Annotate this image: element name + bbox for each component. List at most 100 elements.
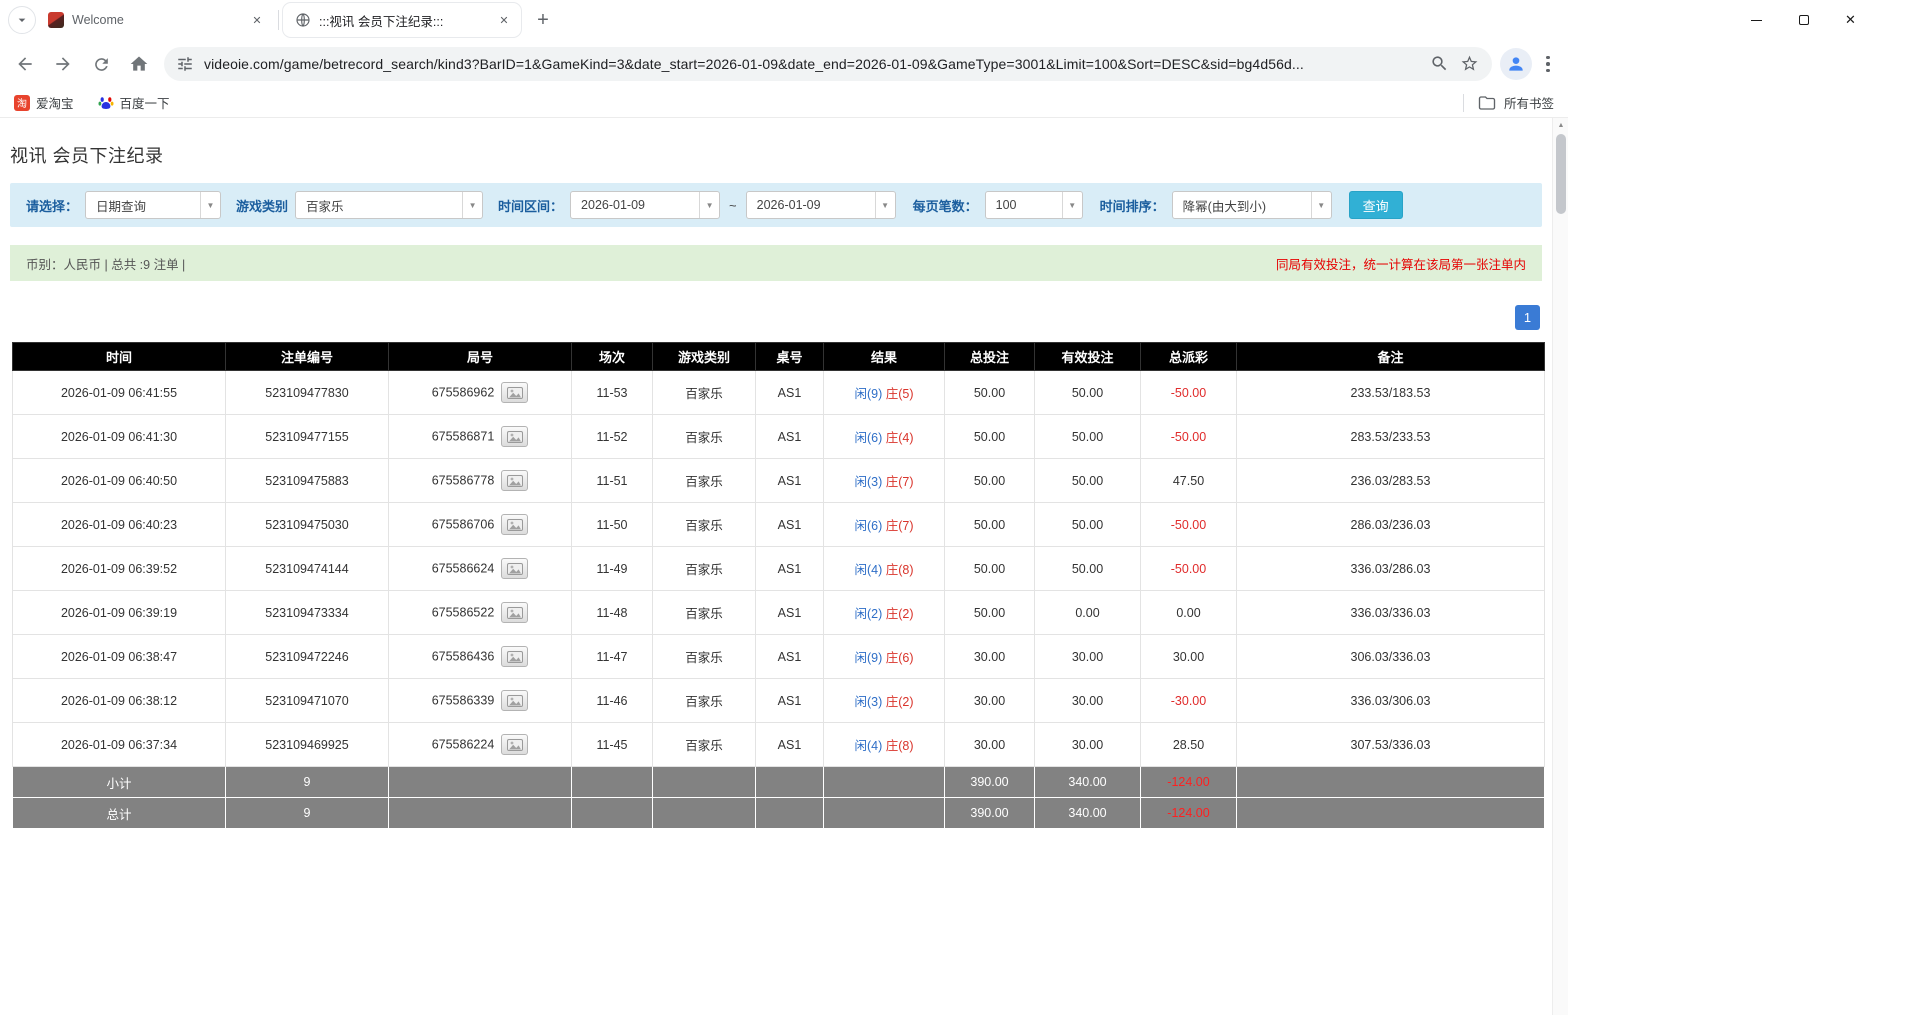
date-end-value: 2026-01-09 xyxy=(747,192,875,218)
chevron-down-icon: ▼ xyxy=(699,192,719,218)
address-bar[interactable]: videoie.com/game/betrecord_search/kind3?… xyxy=(164,47,1492,81)
cell-total-bet-link[interactable]: 30.00 xyxy=(945,679,1035,723)
maximize-button[interactable] xyxy=(1780,0,1827,40)
minimize-button[interactable] xyxy=(1733,0,1780,40)
cell-note: 306.03/336.03 xyxy=(1237,635,1545,679)
page-number-button[interactable]: 1 xyxy=(1515,305,1540,330)
cell-payout: -50.00 xyxy=(1141,503,1237,547)
date-start-select[interactable]: 2026-01-09 ▼ xyxy=(570,191,720,219)
all-bookmarks-button[interactable]: 所有书签 xyxy=(1504,93,1554,112)
cell-round-number: 675586436 xyxy=(389,635,572,679)
cell-total-bet-link[interactable]: 50.00 xyxy=(945,503,1035,547)
tab-betrecord[interactable]: :::视讯 会员下注纪录::: ✕ xyxy=(283,3,521,37)
cell-round-number: 675586624 xyxy=(389,547,572,591)
summary-cell: 340.00 xyxy=(1035,767,1141,798)
query-type-select[interactable]: 日期查询 ▼ xyxy=(85,191,221,219)
tab-close-icon[interactable]: ✕ xyxy=(248,11,266,29)
profile-avatar[interactable] xyxy=(1500,48,1532,80)
cell-total-bet-link[interactable]: 30.00 xyxy=(945,635,1035,679)
round-video-button[interactable] xyxy=(501,382,528,403)
bookmark-baidu[interactable]: 百度一下 xyxy=(98,93,170,112)
round-number-text: 675586962 xyxy=(432,386,495,400)
round-video-button[interactable] xyxy=(501,470,528,491)
summary-cell: 390.00 xyxy=(945,767,1035,798)
taobao-favicon-icon: 淘 xyxy=(14,95,30,111)
cell-round-number: 675586778 xyxy=(389,459,572,503)
close-button[interactable]: ✕ xyxy=(1827,0,1874,40)
col-header-result: 结果 xyxy=(824,343,945,371)
summary-cell: 小计 xyxy=(13,767,226,798)
scrollbar-up-arrow[interactable]: ▲ xyxy=(1553,118,1569,132)
scrollbar-thumb[interactable] xyxy=(1556,134,1566,214)
url-text[interactable]: videoie.com/game/betrecord_search/kind3?… xyxy=(204,56,1420,72)
bookmark-star-icon[interactable] xyxy=(1460,54,1480,74)
bet-row: 2026-01-09 06:38:47523109472246675586436… xyxy=(13,635,1545,679)
page-limit-select[interactable]: 100 ▼ xyxy=(985,191,1083,219)
tab-welcome[interactable]: Welcome ✕ xyxy=(36,3,274,37)
cell-valid-bet: 50.00 xyxy=(1035,415,1141,459)
cell-valid-bet: 50.00 xyxy=(1035,459,1141,503)
time-sort-select[interactable]: 降幂(由大到小) ▼ xyxy=(1172,191,1332,219)
cell-total-bet-link[interactable]: 50.00 xyxy=(945,547,1035,591)
round-video-button[interactable] xyxy=(501,602,528,623)
cell-total-bet-link[interactable]: 30.00 xyxy=(945,723,1035,767)
result-banker: 庄(4) xyxy=(886,431,914,445)
forward-button[interactable] xyxy=(46,47,80,81)
summary-cell: -124.00 xyxy=(1141,798,1237,829)
summary-cell: -124.00 xyxy=(1141,767,1237,798)
round-video-button[interactable] xyxy=(501,734,528,755)
bet-row: 2026-01-09 06:38:12523109471070675586339… xyxy=(13,679,1545,723)
cell-payout: 30.00 xyxy=(1141,635,1237,679)
zoom-icon[interactable] xyxy=(1430,54,1450,74)
cell-round-number: 675586522 xyxy=(389,591,572,635)
summary-row: 小计9390.00340.00-124.00 xyxy=(13,767,1545,798)
bookmarks-right: 所有书签 xyxy=(1463,93,1554,112)
cell-game-kind: 百家乐 xyxy=(653,459,756,503)
search-button[interactable]: 查询 xyxy=(1349,191,1403,219)
cell-session: 11-47 xyxy=(572,635,653,679)
result-player: 闲(9) xyxy=(854,387,882,401)
col-header-bet-number: 注单编号 xyxy=(226,343,389,371)
round-video-button[interactable] xyxy=(501,514,528,535)
tab-title: :::视讯 会员下注纪录::: xyxy=(319,11,487,30)
bookmark-aitaobao[interactable]: 淘 爱淘宝 xyxy=(14,93,74,112)
game-kind-select[interactable]: 百家乐 ▼ xyxy=(295,191,483,219)
cell-bet-number: 523109477830 xyxy=(226,371,389,415)
cell-result: 闲(9) 庄(6) xyxy=(824,635,945,679)
back-button[interactable] xyxy=(8,47,42,81)
page-title: 视讯 会员下注纪录 xyxy=(0,118,1568,168)
pagination: 1 xyxy=(0,305,1552,330)
col-header-valid-bet: 有效投注 xyxy=(1035,343,1141,371)
result-banker: 庄(2) xyxy=(886,607,914,621)
new-tab-button[interactable]: + xyxy=(529,6,557,34)
round-number-text: 675586778 xyxy=(432,474,495,488)
tab-search-button[interactable] xyxy=(8,6,36,34)
browser-menu-button[interactable] xyxy=(1536,47,1560,81)
page-scrollbar[interactable]: ▲ xyxy=(1552,118,1568,1015)
table-header-row: 时间 注单编号 局号 场次 游戏类别 桌号 结果 总投注 有效投注 总派彩 备注 xyxy=(13,343,1545,371)
tab-close-icon[interactable]: ✕ xyxy=(495,11,513,29)
cell-payout: 28.50 xyxy=(1141,723,1237,767)
summary-cell xyxy=(572,767,653,798)
cell-result: 闲(2) 庄(2) xyxy=(824,591,945,635)
cell-game-kind: 百家乐 xyxy=(653,415,756,459)
home-icon xyxy=(129,54,149,74)
round-video-button[interactable] xyxy=(501,426,528,447)
summary-cell: 9 xyxy=(226,798,389,829)
home-button[interactable] xyxy=(122,47,156,81)
cell-total-bet-link[interactable]: 50.00 xyxy=(945,591,1035,635)
maximize-icon xyxy=(1799,15,1809,25)
cell-total-bet-link[interactable]: 50.00 xyxy=(945,459,1035,503)
game-kind-label: 游戏类别 xyxy=(236,196,288,215)
cell-session: 11-53 xyxy=(572,371,653,415)
site-info-icon[interactable] xyxy=(176,55,194,73)
date-end-select[interactable]: 2026-01-09 ▼ xyxy=(746,191,896,219)
round-video-button[interactable] xyxy=(501,690,528,711)
refresh-button[interactable] xyxy=(84,47,118,81)
cell-session: 11-48 xyxy=(572,591,653,635)
cell-time: 2026-01-09 06:38:47 xyxy=(13,635,226,679)
round-video-button[interactable] xyxy=(501,558,528,579)
round-video-button[interactable] xyxy=(501,646,528,667)
cell-total-bet-link[interactable]: 50.00 xyxy=(945,415,1035,459)
cell-total-bet-link[interactable]: 50.00 xyxy=(945,371,1035,415)
